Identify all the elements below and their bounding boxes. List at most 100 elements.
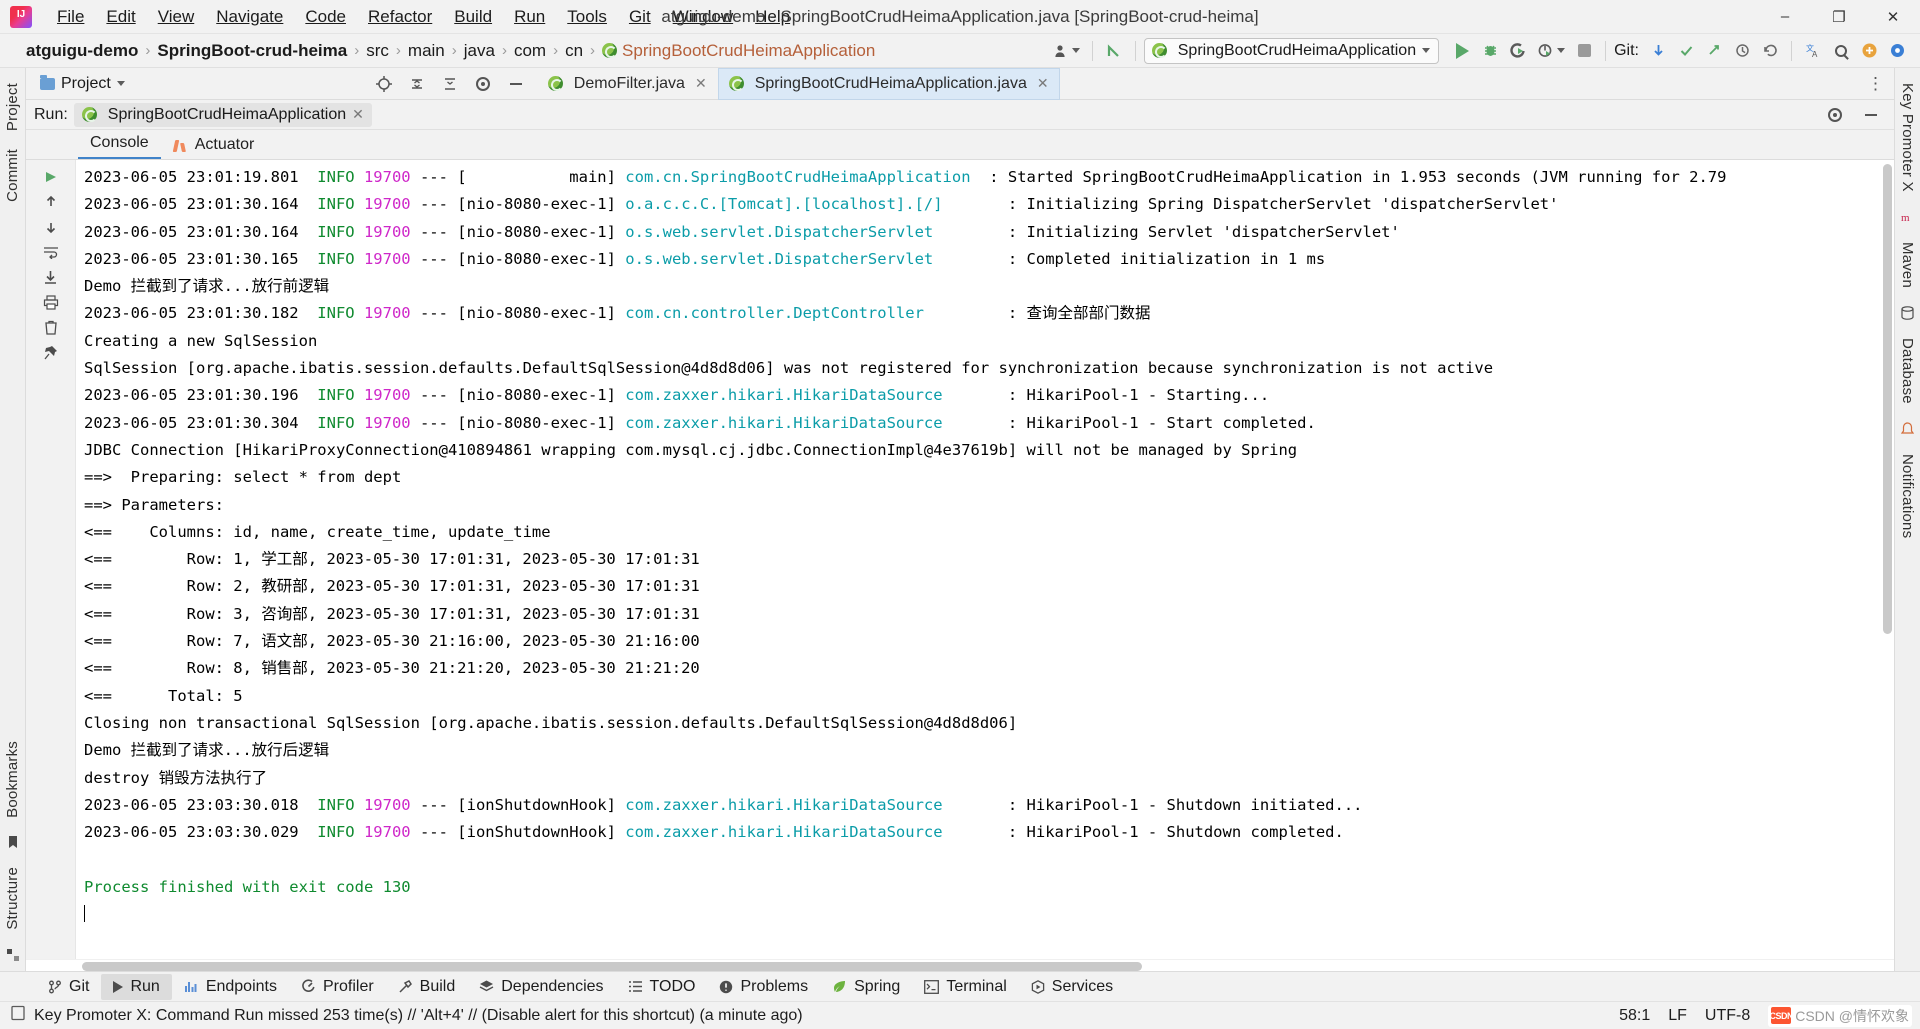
git-history-button[interactable] [1729, 38, 1755, 64]
update-project-icon[interactable] [1101, 38, 1127, 64]
editor-tab-springbootcrudheimaapplication[interactable]: SpringBootCrudHeimaApplication.java ✕ [717, 67, 1060, 100]
account-icon[interactable] [1049, 38, 1084, 64]
database-icon[interactable] [1898, 303, 1918, 323]
scroll-to-end-icon[interactable] [39, 266, 63, 288]
git-update-button[interactable] [1645, 38, 1671, 64]
run-configuration-selector[interactable]: SpringBootCrudHeimaApplication [1143, 37, 1440, 64]
menu-build[interactable]: Build [443, 3, 503, 31]
breadcrumb-java[interactable]: java [464, 41, 495, 61]
bottom-tab-git[interactable]: Git [36, 974, 101, 1000]
run-with-coverage-button[interactable] [1505, 38, 1531, 64]
menu-code[interactable]: Code [294, 3, 357, 31]
menu-navigate[interactable]: Navigate [205, 3, 294, 31]
debug-button[interactable] [1477, 38, 1503, 64]
sidebar-item-maven[interactable]: Maven [1899, 233, 1916, 297]
menu-run[interactable]: Run [503, 3, 556, 31]
bottom-tab-build[interactable]: Build [386, 974, 468, 1000]
stop-button[interactable] [1571, 38, 1597, 64]
maximize-button[interactable]: ❐ [1812, 0, 1866, 34]
editor-tab-demofilter[interactable]: DemoFilter.java ✕ [537, 68, 718, 100]
breadcrumb-com[interactable]: com [514, 41, 546, 61]
rerun-icon[interactable] [39, 166, 63, 188]
scroll-down-icon[interactable] [39, 216, 63, 238]
console-output[interactable]: 2023-06-05 23:01:19.801 INFO 19700 --- [… [76, 160, 1894, 959]
menu-bar[interactable]: File Edit View Navigate Code Refactor Bu… [46, 3, 801, 31]
bottom-tab-terminal[interactable]: Terminal [912, 974, 1018, 1000]
bottom-tab-services[interactable]: Services [1019, 974, 1125, 1000]
print-icon[interactable] [39, 291, 63, 313]
close-icon[interactable]: ✕ [695, 75, 707, 92]
profiler-button[interactable] [1533, 38, 1569, 64]
locate-icon[interactable] [371, 71, 397, 97]
bottom-tab-dependencies[interactable]: Dependencies [467, 974, 615, 1000]
breadcrumb-main[interactable]: main [408, 41, 445, 61]
close-icon[interactable]: ✕ [352, 106, 364, 123]
console-horizontal-scrollbar[interactable] [26, 959, 1894, 971]
menu-view[interactable]: View [147, 3, 206, 31]
maven-icon[interactable]: m [1898, 207, 1918, 227]
bookmarks-icon[interactable] [3, 832, 23, 852]
bottom-tab-run[interactable]: Run [101, 973, 172, 1000]
run-window-hide-icon[interactable] [1858, 102, 1884, 128]
notifications-icon[interactable] [1898, 419, 1918, 439]
bottom-tab-endpoints[interactable]: Endpoints [172, 974, 289, 1000]
git-commit-button[interactable] [1673, 38, 1699, 64]
menu-help[interactable]: Help [744, 3, 801, 31]
breadcrumb-cn[interactable]: cn [565, 41, 583, 61]
file-encoding[interactable]: UTF-8 [1705, 1007, 1750, 1025]
collapse-all-icon[interactable] [404, 71, 430, 97]
scroll-up-icon[interactable] [39, 191, 63, 213]
menu-window[interactable]: Window [662, 3, 744, 31]
breadcrumb-class[interactable]: SpringBootCrudHeimaApplication [622, 41, 875, 61]
menu-tools[interactable]: Tools [556, 3, 618, 31]
breadcrumb-project[interactable]: atguigu-demo [26, 41, 138, 61]
settings-icon[interactable] [1884, 38, 1910, 64]
run-button[interactable] [1449, 38, 1475, 64]
console-horizontal-scroll-thumb[interactable] [82, 962, 1142, 971]
sidebar-item-commit[interactable]: Commit [4, 140, 21, 211]
search-everywhere-icon[interactable] [1828, 38, 1854, 64]
close-button[interactable]: ✕ [1866, 0, 1920, 34]
sidebar-item-notifications[interactable]: Notifications [1899, 445, 1916, 547]
caret-position[interactable]: 58:1 [1619, 1007, 1650, 1025]
pin-icon[interactable] [39, 341, 63, 363]
console-vertical-scrollbar[interactable] [1882, 164, 1892, 945]
sidebar-item-key-promoter-x[interactable]: Key Promoter X [1899, 74, 1916, 201]
console-vertical-scroll-thumb[interactable] [1883, 164, 1892, 634]
git-rollback-button[interactable] [1757, 38, 1783, 64]
status-message[interactable]: Key Promoter X: Command Run missed 253 t… [34, 1007, 803, 1025]
menu-file[interactable]: File [46, 3, 95, 31]
line-separator[interactable]: LF [1668, 1007, 1687, 1025]
hide-project-icon[interactable] [503, 71, 529, 97]
status-notification-icon[interactable] [10, 1005, 26, 1026]
clear-all-icon[interactable] [39, 316, 63, 338]
add-icon[interactable] [1856, 38, 1882, 64]
sidebar-item-bookmarks[interactable]: Bookmarks [4, 732, 21, 827]
bottom-tab-problems[interactable]: Problems [707, 974, 820, 1000]
git-push-button[interactable] [1701, 38, 1727, 64]
close-icon[interactable]: ✕ [1037, 75, 1049, 92]
breadcrumb-module[interactable]: SpringBoot-crud-heima [157, 41, 347, 61]
translate-icon[interactable]: 文A [1800, 38, 1826, 64]
minimize-button[interactable]: – [1758, 0, 1812, 34]
sidebar-item-project[interactable]: Project [4, 74, 21, 140]
bottom-tab-profiler[interactable]: Profiler [289, 974, 386, 1000]
bottom-tab-spring[interactable]: Spring [820, 974, 912, 1000]
project-tool-button[interactable]: Project [34, 74, 131, 93]
sidebar-item-database[interactable]: Database [1899, 329, 1916, 413]
breadcrumb-src[interactable]: src [366, 41, 389, 61]
tab-actuator[interactable]: Actuator [161, 132, 267, 159]
menu-git[interactable]: Git [618, 3, 662, 31]
run-session-tab[interactable]: SpringBootCrudHeimaApplication ✕ [73, 102, 372, 127]
structure-icon[interactable] [3, 945, 23, 965]
editor-tabs-more-button[interactable]: ⋮ [1867, 74, 1894, 94]
project-settings-icon[interactable] [470, 71, 496, 97]
sidebar-item-structure[interactable]: Structure [4, 858, 21, 939]
soft-wrap-icon[interactable] [39, 241, 63, 263]
bottom-tab-todo[interactable]: TODO [616, 974, 708, 1000]
expand-all-icon[interactable] [437, 71, 463, 97]
tab-console[interactable]: Console [78, 130, 161, 159]
menu-refactor[interactable]: Refactor [357, 3, 443, 31]
menu-edit[interactable]: Edit [95, 3, 146, 31]
run-window-settings-icon[interactable] [1822, 102, 1848, 128]
